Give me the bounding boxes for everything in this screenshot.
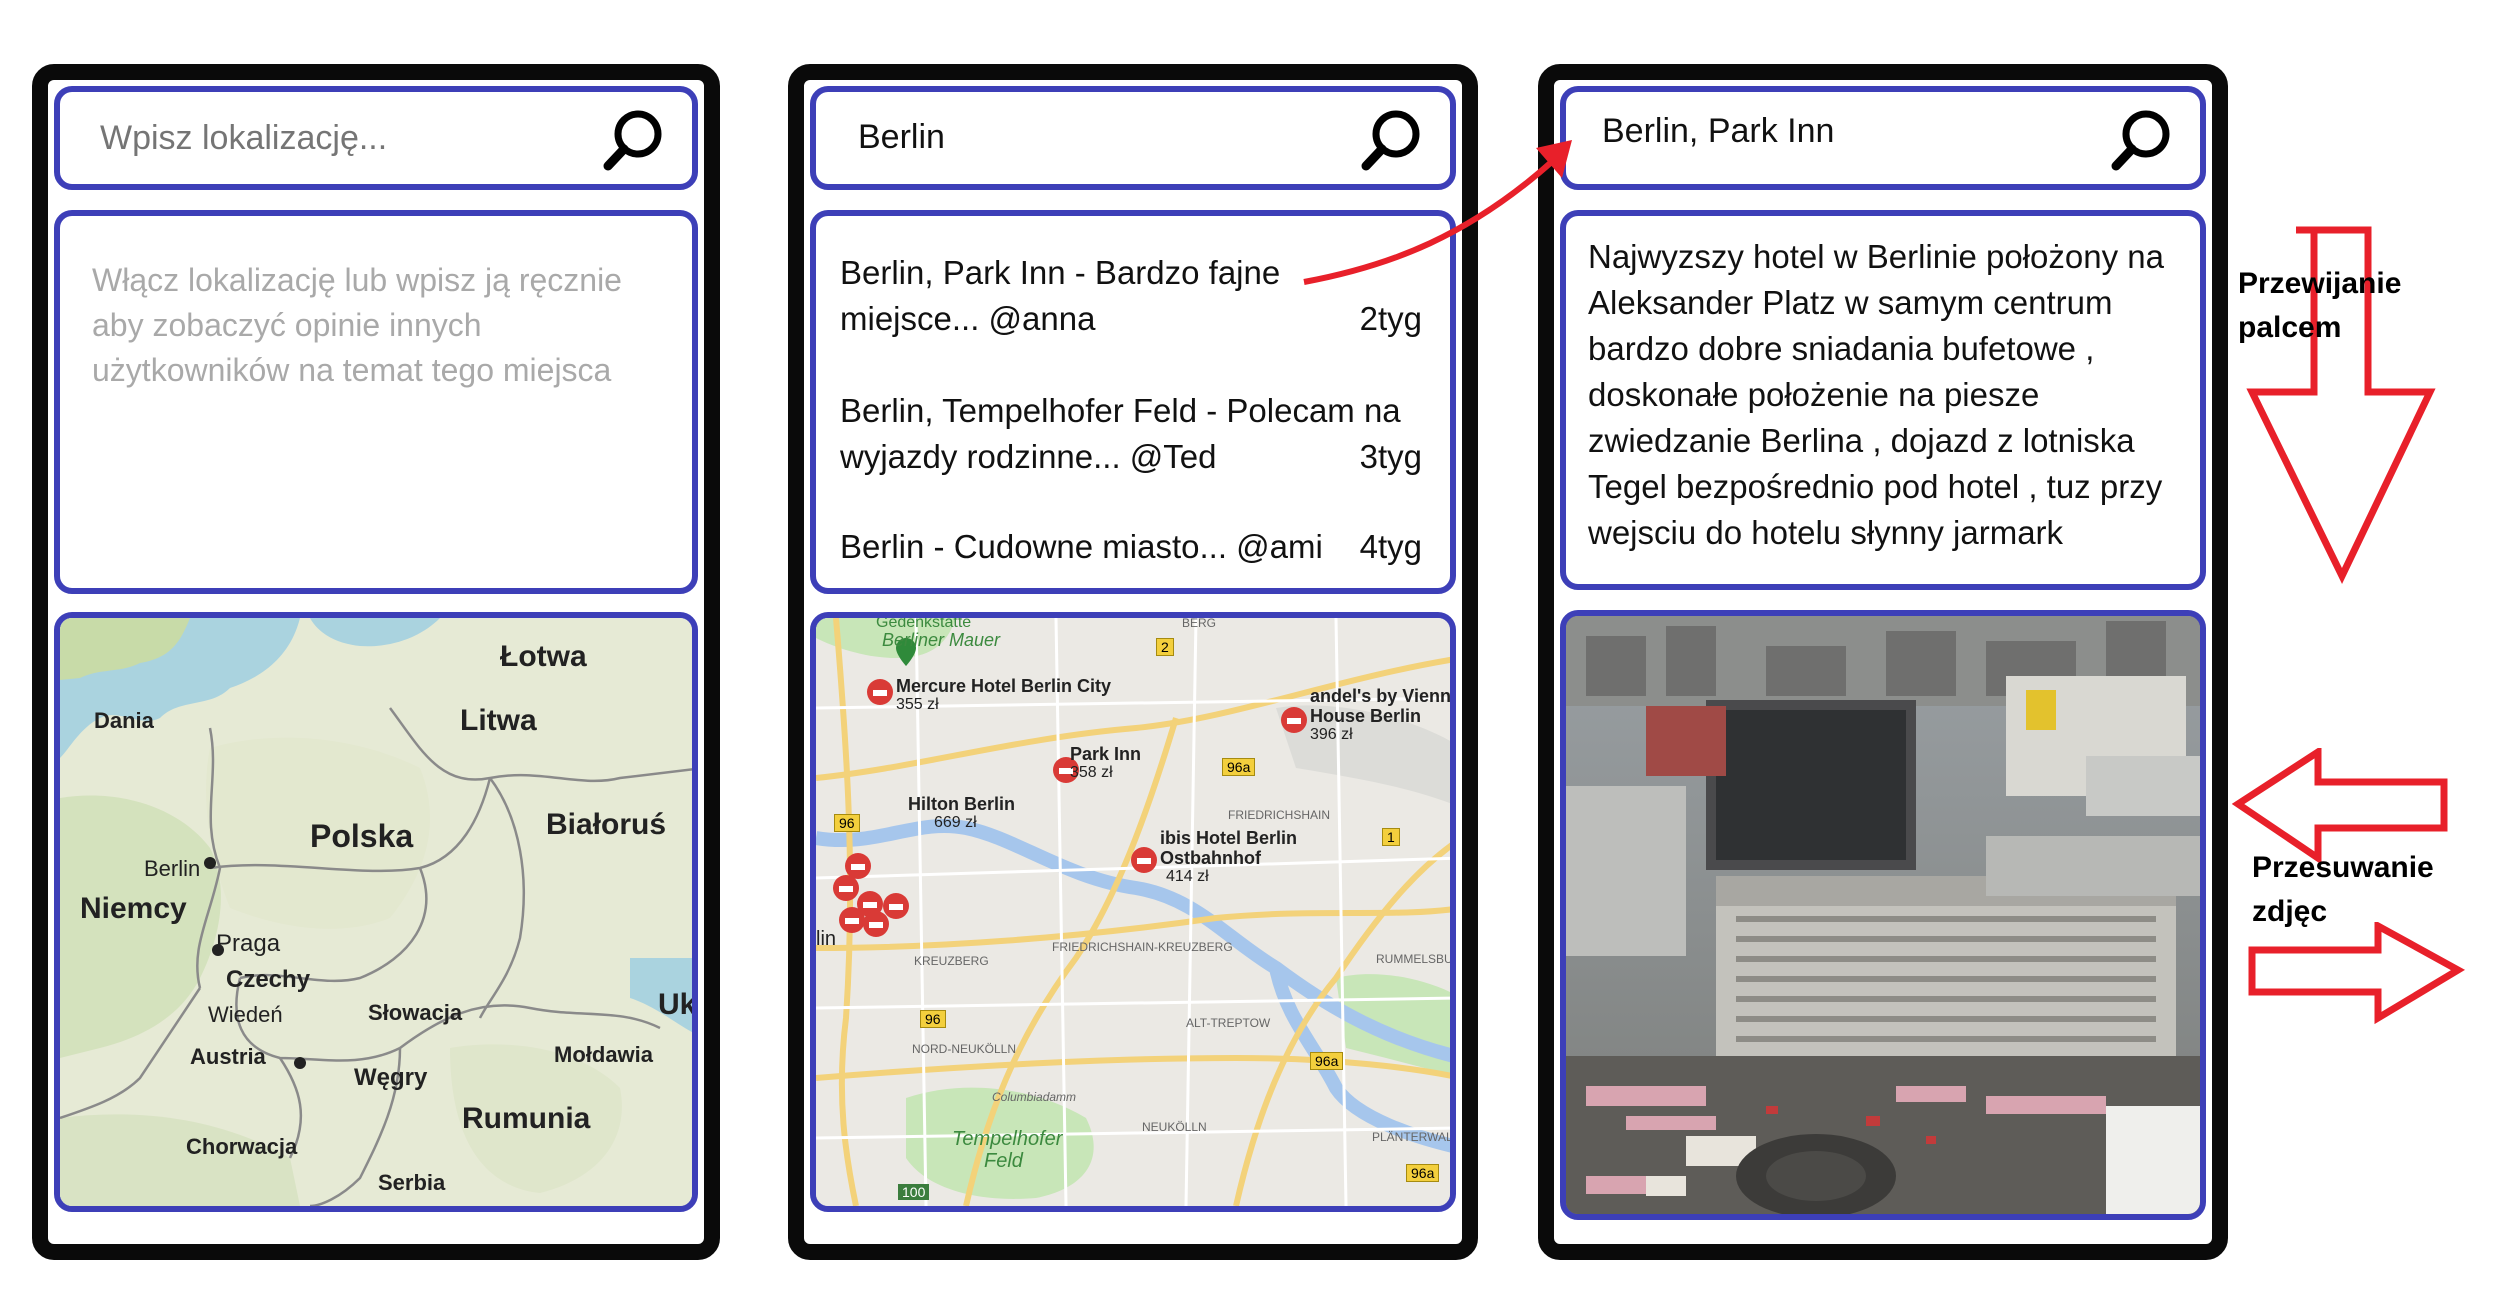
reviews-panel: Włącz lokalizację lub wpisz ją ręcznie a…: [54, 210, 698, 594]
map-label-price: 414 zł: [1166, 868, 1209, 885]
map-label: PLÄNTERWALD: [1372, 1130, 1456, 1144]
phone-screen-search: Włącz lokalizację lub wpisz ją ręcznie a…: [32, 64, 720, 1260]
map-label-latvia: Łotwa: [500, 640, 587, 673]
map-label-price: 396 zł: [1310, 726, 1353, 743]
review-age: 4tyg: [1359, 528, 1422, 565]
search-input[interactable]: [98, 118, 582, 159]
road-shield: 96a: [1310, 1052, 1344, 1070]
magnifier-icon[interactable]: [598, 104, 670, 176]
map-label-price: 355 zł: [896, 696, 939, 713]
map-label-germany: Niemcy: [80, 892, 187, 925]
map-label-hotel: andel's by Vienna: [1310, 686, 1456, 706]
road-shield: 96a: [1222, 758, 1256, 776]
map-label-romania: Rumunia: [462, 1102, 591, 1135]
map-label: NEUKÖLLN: [1142, 1120, 1207, 1134]
hotel-marker-icon[interactable]: [866, 678, 894, 706]
road-shield: 96a: [1406, 1164, 1440, 1182]
road-shield: 96: [920, 1010, 946, 1028]
map-label: Berliner Mauer: [882, 630, 1001, 650]
berlin-map[interactable]: 2 96a 96 1 96 96a 96a 100 Gedenkstätte B…: [810, 612, 1456, 1212]
map-label-price: 358 zł: [1070, 764, 1113, 781]
map-label-hotel: ibis Hotel Berlin: [1160, 828, 1298, 848]
map-label: RUMMELSBURG: [1376, 952, 1453, 966]
map-label-poland: Polska: [310, 818, 414, 854]
hotel-marker-icon[interactable]: [862, 910, 890, 938]
map-label: Columbiadamm: [992, 1090, 1077, 1104]
road-shield: 100: [898, 1184, 930, 1200]
map-label-slovakia: Słowacja: [368, 1000, 463, 1025]
swipe-annotation-line1: Przesuwanie: [2252, 851, 2434, 884]
road-shield: 1: [1382, 828, 1400, 846]
hotel-marker-icon[interactable]: [1280, 706, 1308, 734]
review-age: 3tyg: [1359, 438, 1422, 475]
map-label-lithuania: Litwa: [460, 704, 537, 737]
map-label-czechia: Czechy: [226, 966, 311, 993]
magnifier-icon[interactable]: [2106, 104, 2178, 176]
map-label: Tempelhofer: [952, 1128, 1063, 1150]
map-label-hotel: Mercure Hotel Berlin City: [896, 676, 1112, 696]
map-label-hotel: House Berlin: [1310, 706, 1422, 726]
europe-map[interactable]: Łotwa Litwa Dania Polska Białoruś Berlin…: [54, 612, 698, 1212]
map-label-denmark: Dania: [94, 708, 154, 733]
search-bar[interactable]: Berlin, Park Inn: [1560, 86, 2206, 190]
review-author: wyjazdy rodzinne... @Ted: [840, 438, 1217, 475]
review-title: Berlin, Tempelhofer Feld - Polecam na: [840, 392, 1401, 429]
swipe-annotation: Przesuwanie zdjęc: [2252, 846, 2434, 934]
location-hint: Włącz lokalizację lub wpisz ją ręcznie a…: [92, 262, 622, 388]
map-label-berlin: Berlin: [144, 856, 201, 881]
road-shield: 2: [1156, 638, 1174, 656]
search-input[interactable]: Berlin, Park Inn: [1602, 112, 1834, 151]
photo-carousel[interactable]: [1560, 610, 2206, 1220]
link-arrow: [1303, 140, 1572, 285]
map-label-hotel: Ostbahnhof: [1160, 848, 1261, 868]
map-label-moldova: Mołdawia: [554, 1042, 654, 1067]
review-title: Berlin - Cudowne miasto... @ami: [840, 528, 1323, 565]
map-label: Feld: [984, 1150, 1023, 1172]
map-label: lin: [816, 928, 837, 950]
place-description-panel: Najwyzszy hotel w Berlinie położony na A…: [1560, 210, 2206, 590]
map-label-hotel: Hilton Berlin: [908, 794, 1015, 814]
map-label-ukraine: Ukr: [658, 988, 697, 1021]
road-shield: 96: [834, 814, 860, 832]
map-label-price: 669 zł: [934, 814, 977, 831]
map-label-serbia: Serbia: [378, 1170, 446, 1195]
map-label-belarus: Białoruś: [546, 808, 667, 841]
map-label: BERG: [1182, 616, 1217, 630]
map-label: KREUZBERG: [914, 954, 989, 968]
review-age: 2tyg: [1359, 300, 1422, 337]
review-title: Berlin, Park Inn - Bardzo fajne: [840, 254, 1281, 291]
map-label-austria: Austria: [190, 1044, 266, 1069]
map-label-hotel: Park Inn: [1070, 744, 1142, 764]
review-item[interactable]: Berlin, Tempelhofer Feld - Polecam na wy…: [840, 388, 1422, 480]
search-input[interactable]: Berlin: [858, 118, 945, 157]
scroll-annotation-line1: Przewijanie: [2238, 267, 2402, 300]
map-label: ALT-TREPTOW: [1186, 1016, 1271, 1030]
map-label-vienna: Wiedeń: [208, 1002, 283, 1027]
place-description: Najwyzszy hotel w Berlinie położony na A…: [1588, 238, 2164, 551]
arrow-right-icon: [2246, 922, 2466, 1042]
scroll-annotation-line2: palcem: [2238, 311, 2342, 344]
hotel-marker-icon[interactable]: [1130, 846, 1158, 874]
phone-screen-details: Berlin, Park Inn Najwyzszy hotel w Berli…: [1538, 64, 2228, 1260]
alexanderplatz-photo: [1566, 616, 2200, 1214]
map-label: FRIEDRICHSHAIN-KREUZBERG: [1052, 940, 1233, 954]
review-author: miejsce... @anna: [840, 300, 1096, 337]
scroll-annotation: Przewijanie palcem: [2238, 262, 2401, 350]
review-item[interactable]: Berlin - Cudowne miasto... @ami 4tyg: [840, 524, 1422, 570]
search-bar[interactable]: [54, 86, 698, 190]
map-label: NORD-NEUKÖLLN: [912, 1042, 1017, 1056]
map-label-hungary: Węgry: [354, 1064, 428, 1091]
map-label: FRIEDRICHSHAIN: [1228, 808, 1331, 822]
map-label-prague: Praga: [216, 930, 281, 957]
map-label-croatia: Chorwacja: [186, 1134, 298, 1159]
